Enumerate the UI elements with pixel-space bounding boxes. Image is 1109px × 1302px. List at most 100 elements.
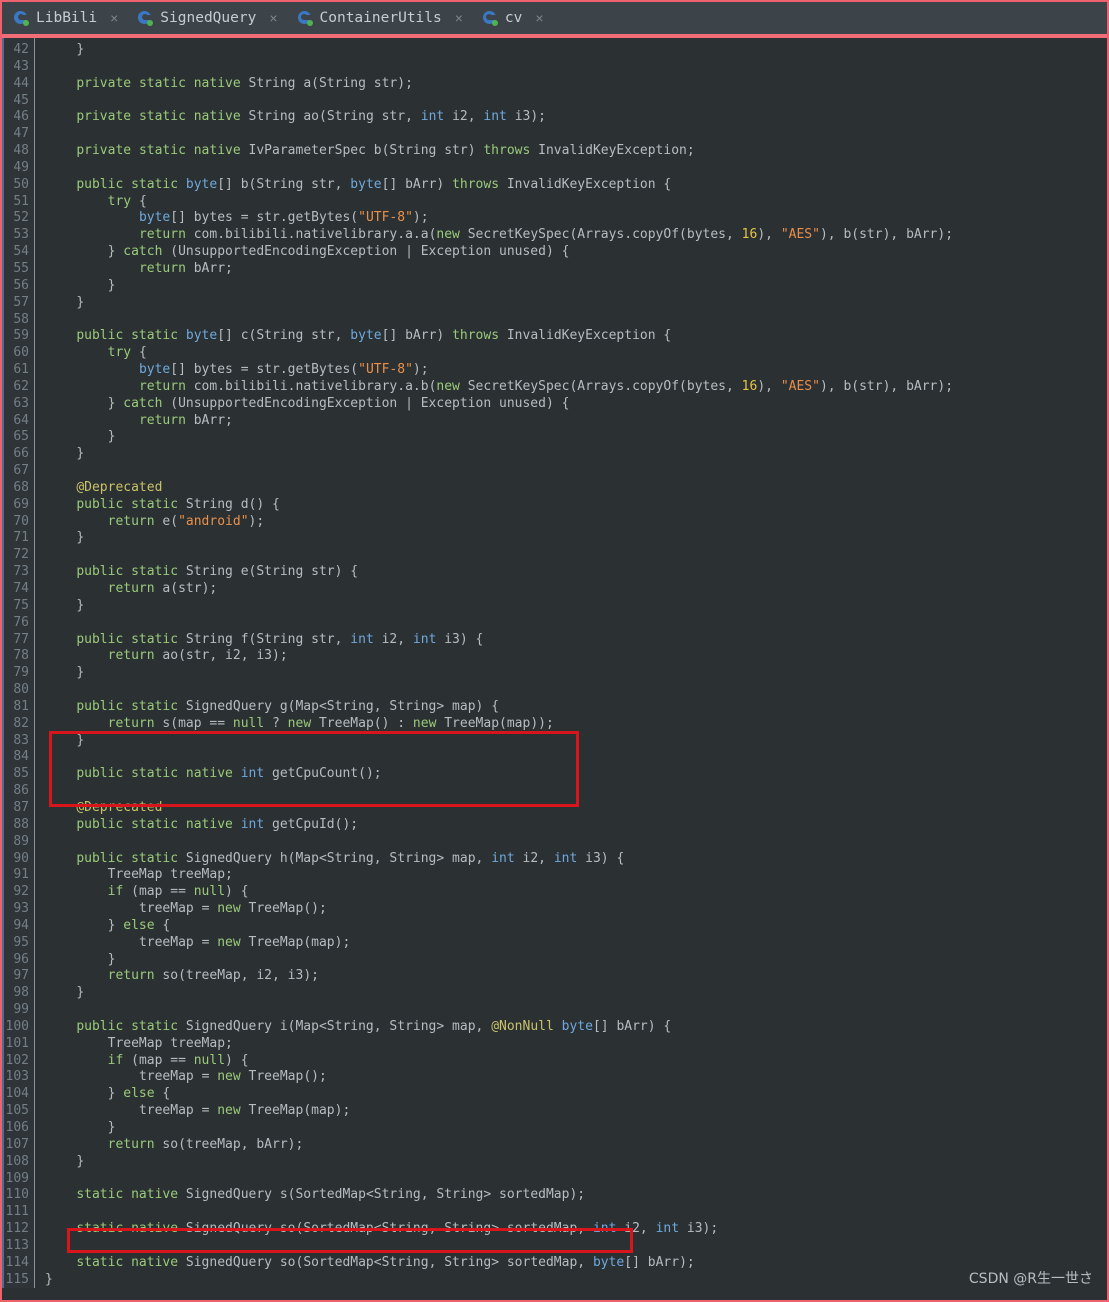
code-line[interactable] [45,682,1107,699]
code-line[interactable] [45,1204,1107,1221]
code-line[interactable]: } [45,1154,1107,1171]
code-line[interactable]: } [45,952,1107,969]
close-icon[interactable]: × [110,11,118,25]
code-line[interactable]: return so(treeMap, bArr); [45,1137,1107,1154]
code-line[interactable]: } else { [45,918,1107,935]
line-number: 49 [13,159,29,175]
code-line[interactable]: } [45,530,1107,547]
code-line[interactable]: treeMap = new TreeMap(map); [45,935,1107,952]
code-line[interactable]: return com.bilibili.nativelibrary.a.a(ne… [45,227,1107,244]
code-line[interactable]: return com.bilibili.nativelibrary.a.b(ne… [45,379,1107,396]
tab-libbili[interactable]: LibBili × [2,2,127,38]
line-number: 80 [13,682,29,698]
code-line[interactable] [45,1238,1107,1255]
tab-cv[interactable]: cv × [471,2,552,34]
code-line[interactable]: public static String e(String str) { [45,564,1107,581]
code-line[interactable]: } [45,429,1107,446]
code-line[interactable]: treeMap = new TreeMap(); [45,1069,1107,1086]
code-line[interactable] [45,1171,1107,1188]
code-line[interactable]: public static byte[] b(String str, byte[… [45,177,1107,194]
code-line[interactable]: private static native String a(String st… [45,76,1107,93]
close-icon[interactable]: × [535,11,543,25]
code-line[interactable]: if (map == null) { [45,884,1107,901]
code-line[interactable]: static native SignedQuery so(SortedMap<S… [45,1255,1107,1272]
tab-signedquery[interactable]: SignedQuery × [126,2,285,34]
tab-containerutils[interactable]: ContainerUtils × [286,2,471,34]
code-line[interactable]: } [45,985,1107,1002]
code-line[interactable]: return e("android"); [45,514,1107,531]
code-line[interactable]: } [45,733,1107,750]
code-line[interactable] [45,59,1107,76]
code-line[interactable]: public static native int getCpuCount(); [45,766,1107,783]
line-number: 63 [13,395,29,411]
code-line[interactable]: } [45,446,1107,463]
code-line[interactable]: public static SignedQuery h(Map<String, … [45,851,1107,868]
code-line[interactable] [45,749,1107,766]
tab-label: cv [504,10,523,26]
code-line[interactable] [45,1002,1107,1019]
line-number: 93 [13,901,29,917]
code-line[interactable]: return ao(str, i2, i3); [45,648,1107,665]
code-line[interactable] [45,547,1107,564]
code-line[interactable]: static native SignedQuery so(SortedMap<S… [45,1221,1107,1238]
code-line[interactable]: try { [45,345,1107,362]
code-line[interactable]: static native SignedQuery s(SortedMap<St… [45,1187,1107,1204]
code-line[interactable] [45,783,1107,800]
code-line[interactable]: public static native int getCpuId(); [45,817,1107,834]
code-line[interactable]: public static SignedQuery g(Map<String, … [45,699,1107,716]
code-line[interactable] [45,93,1107,110]
source-code[interactable]: } private static native String a(String … [35,38,1107,1288]
code-line[interactable]: TreeMap treeMap; [45,1036,1107,1053]
code-line[interactable]: public static byte[] c(String str, byte[… [45,328,1107,345]
code-line[interactable] [45,160,1107,177]
line-number: 45 [13,92,29,108]
close-icon[interactable]: × [269,11,277,25]
code-line[interactable]: } catch (UnsupportedEncodingException | … [45,244,1107,261]
code-line[interactable]: treeMap = new TreeMap(map); [45,1103,1107,1120]
line-number: 113 [5,1237,29,1253]
line-number: 69 [13,496,29,512]
code-line[interactable]: } [45,1272,1107,1289]
code-line[interactable]: @Deprecated [45,480,1107,497]
code-line[interactable]: } catch (UnsupportedEncodingException | … [45,396,1107,413]
code-line[interactable]: @Deprecated [45,800,1107,817]
line-number: 86 [13,783,29,799]
code-line[interactable]: } [45,42,1107,59]
code-line[interactable]: return s(map == null ? new TreeMap() : n… [45,716,1107,733]
code-line[interactable]: return so(treeMap, i2, i3); [45,968,1107,985]
code-line[interactable]: } [45,278,1107,295]
code-line[interactable] [45,615,1107,632]
code-line[interactable]: try { [45,194,1107,211]
code-line[interactable]: } [45,1120,1107,1137]
code-line[interactable]: treeMap = new TreeMap(); [45,901,1107,918]
code-line[interactable] [45,312,1107,329]
code-line[interactable]: public static String f(String str, int i… [45,632,1107,649]
line-number-gutter[interactable]: 42 43 44 45 46 47 48 49 50 51 52 53 54 55 56 57 58 59 60 61… [2,38,35,1289]
code-line[interactable]: return bArr; [45,261,1107,278]
code-line[interactable] [45,126,1107,143]
code-line[interactable]: public static String d() { [45,497,1107,514]
code-line[interactable]: return bArr; [45,413,1107,430]
code-line[interactable] [45,834,1107,851]
code-line[interactable]: private static native String ao(String s… [45,109,1107,126]
code-line[interactable]: if (map == null) { [45,1053,1107,1070]
line-number: 77 [13,631,29,647]
code-line[interactable]: byte[] bytes = str.getBytes("UTF-8"); [45,210,1107,227]
line-number: 51 [13,193,29,209]
code-line[interactable]: private static native IvParameterSpec b(… [45,143,1107,160]
close-icon[interactable]: × [455,11,463,25]
code-editor[interactable]: 42 43 44 45 46 47 48 49 50 51 52 53 54 55 56 57 58 59 60 61… [2,38,1107,1296]
line-number: 88 [13,816,29,832]
code-line[interactable] [45,463,1107,480]
code-line[interactable]: return a(str); [45,581,1107,598]
line-number: 74 [13,581,29,596]
code-line[interactable]: } [45,295,1107,312]
code-line[interactable]: byte[] bytes = str.getBytes("UTF-8"); [45,362,1107,379]
code-line[interactable]: TreeMap treeMap; [45,867,1107,884]
code-line[interactable]: } [45,598,1107,615]
code-line[interactable]: } else { [45,1086,1107,1103]
line-number: 81 [13,698,29,714]
code-line[interactable]: } [45,665,1107,682]
java-class-icon [482,10,498,26]
code-line[interactable]: public static SignedQuery i(Map<String, … [45,1019,1107,1036]
